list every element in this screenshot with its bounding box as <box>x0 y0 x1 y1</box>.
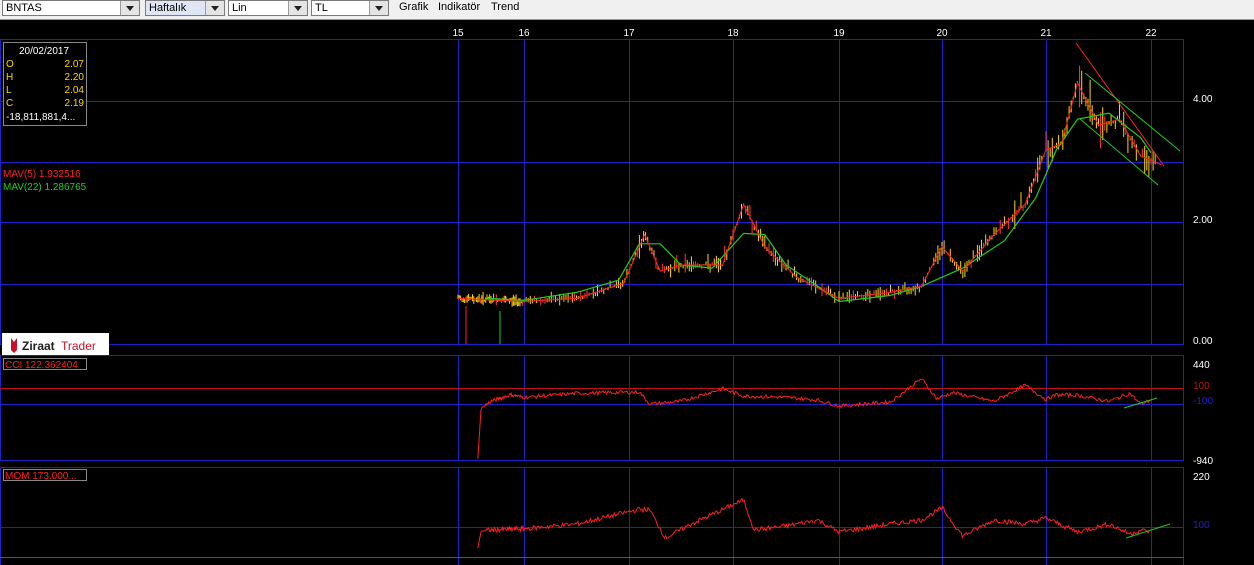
cci-line <box>477 378 1151 459</box>
y-tick-label: -940 <box>1193 456 1213 467</box>
currency-value: TL <box>315 2 328 14</box>
symbol-select[interactable]: BNTAS <box>2 0 140 16</box>
y-tick-label: 0.00 <box>1193 336 1213 347</box>
ohlc-label: L <box>6 85 12 96</box>
ohlc-label: C <box>6 98 13 109</box>
mom-panel-frame <box>0 467 1184 565</box>
brand-name: Ziraat <box>22 339 55 353</box>
cci-legend: CCI 122.362404 <box>5 360 78 371</box>
chart-area[interactable]: 15 16 17 18 19 20 21 22 4.00 2.00 0.00 2… <box>0 19 1254 565</box>
y-tick-label: 440 <box>1193 360 1210 371</box>
currency-select[interactable]: TL <box>311 0 389 16</box>
menu-trend[interactable]: Trend <box>491 0 519 16</box>
mav5-line <box>457 81 1162 303</box>
toolbar: BNTAS Haftalık Lin TL Grafik Indikatör T… <box>0 0 1254 20</box>
trend-line <box>1075 42 1165 167</box>
vertical-grid <box>458 39 1152 565</box>
menu-indikator[interactable]: Indikatör <box>438 0 480 16</box>
scale-select[interactable]: Lin <box>228 0 308 16</box>
x-tick-label: 18 <box>727 28 739 39</box>
ohlc-label: H <box>6 72 13 83</box>
y-tick-label: 4.00 <box>1193 94 1213 105</box>
y-tick-label: 100 <box>1193 520 1210 531</box>
y-tick-label: -100 <box>1193 396 1213 407</box>
ziraat-trader-logo: Ziraat Trader <box>2 333 109 355</box>
ohlc-value: 2.07 <box>65 59 85 70</box>
y-tick-label: 100 <box>1193 381 1210 392</box>
ohlc-volume: -18,811,881,4... <box>6 112 75 123</box>
x-tick-label: 22 <box>1145 28 1157 39</box>
mom-trend-line <box>1125 523 1171 539</box>
mom-line <box>477 497 1151 549</box>
period-value: Haftalık <box>149 2 187 14</box>
ohlc-box: 20/02/2017 O 2.07 H 2.20 L 2.04 C 2.19 -… <box>3 42 87 126</box>
x-tick-label: 21 <box>1040 28 1052 39</box>
mav22-legend: MAV(22) 1.286765 <box>3 182 87 193</box>
period-select[interactable]: Haftalık <box>145 0 225 16</box>
symbol-value: BNTAS <box>6 2 42 14</box>
mav5-legend: MAV(5) 1.932516 <box>3 169 81 180</box>
x-tick-label: 19 <box>833 28 845 39</box>
ohlc-value: 2.19 <box>65 98 85 109</box>
y-tick-label: 2.00 <box>1193 215 1213 226</box>
ohlc-date: 20/02/2017 <box>19 46 69 57</box>
y-tick-label: 220 <box>1193 472 1210 483</box>
x-tick-label: 20 <box>936 28 948 39</box>
ohlc-value: 2.20 <box>65 72 85 83</box>
cci-trend-line <box>1123 397 1158 409</box>
mom-legend: MOM 173.000... <box>5 471 77 482</box>
x-tick-label: 16 <box>518 28 530 39</box>
ohlc-value: 2.04 <box>65 85 85 96</box>
chevron-down-icon[interactable] <box>205 1 224 15</box>
ohlc-label: O <box>6 59 14 70</box>
x-tick-label: 17 <box>623 28 635 39</box>
x-tick-label: 15 <box>452 28 464 39</box>
brand-suffix: Trader <box>61 339 96 353</box>
menu-grafik[interactable]: Grafik <box>399 0 428 16</box>
chevron-down-icon[interactable] <box>288 1 307 15</box>
chevron-down-icon[interactable] <box>369 1 388 15</box>
scale-value: Lin <box>232 2 247 14</box>
mav22-line <box>487 112 1152 303</box>
cci-panel-frame <box>0 355 1184 461</box>
chevron-down-icon[interactable] <box>120 1 139 15</box>
price-panel-frame <box>0 39 1184 345</box>
